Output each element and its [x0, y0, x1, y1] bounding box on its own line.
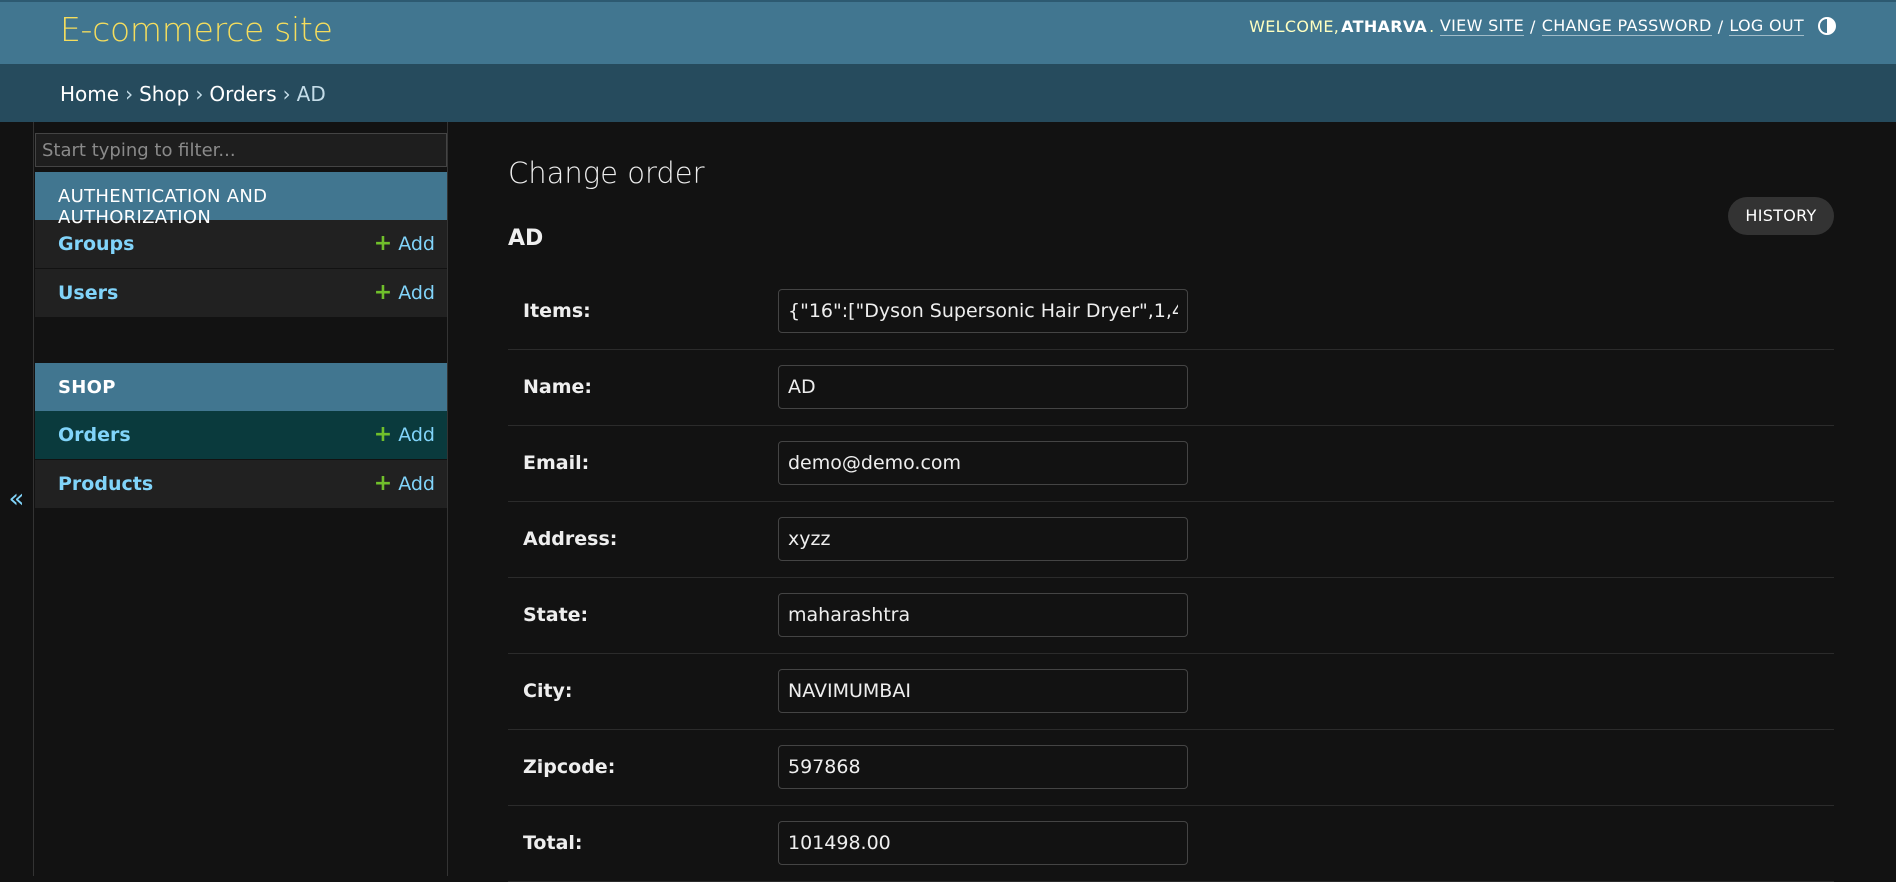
name-field[interactable]: [778, 365, 1188, 409]
breadcrumb: Home › Shop › Orders › AD: [0, 64, 1896, 122]
zipcode-label: Zipcode:: [523, 756, 616, 778]
address-field[interactable]: [778, 517, 1188, 561]
groups-link[interactable]: Groups: [58, 233, 134, 255]
city-field[interactable]: [778, 669, 1188, 713]
form-row-name: Name:: [508, 350, 1834, 426]
plus-icon: +: [373, 422, 393, 447]
form-row-zipcode: Zipcode:: [508, 730, 1834, 806]
email-label: Email:: [523, 452, 590, 474]
breadcrumb-orders[interactable]: Orders: [209, 82, 276, 106]
items-label: Items:: [523, 300, 591, 322]
address-label: Address:: [523, 528, 618, 550]
module-shop: SHOP Orders + Add Products + Add: [35, 363, 447, 509]
view-site-link[interactable]: VIEW SITE: [1439, 16, 1525, 36]
groups-add-button[interactable]: + Add: [373, 231, 435, 256]
collapse-chevron-icon: «: [8, 484, 25, 514]
city-label: City:: [523, 680, 573, 702]
nav-sidebar: AUTHENTICATION AND AUTHORIZATION Groups …: [34, 122, 448, 876]
plus-icon: +: [373, 231, 393, 256]
orders-add-button[interactable]: + Add: [373, 422, 435, 447]
users-link[interactable]: Users: [58, 282, 118, 304]
module-caption-shop[interactable]: SHOP: [35, 363, 447, 411]
toggle-sidebar-button[interactable]: «: [0, 122, 34, 876]
theme-toggle-icon[interactable]: [1818, 17, 1836, 35]
welcome-text: WELCOME,: [1249, 16, 1340, 36]
email-field[interactable]: [778, 441, 1188, 485]
form-row-city: City:: [508, 654, 1834, 730]
total-field[interactable]: [778, 821, 1188, 865]
user-tools: WELCOME, ATHARVA . VIEW SITE / CHANGE PA…: [1249, 16, 1836, 36]
breadcrumb-shop[interactable]: Shop: [139, 82, 189, 106]
state-label: State:: [523, 604, 589, 626]
page-title: Change order: [508, 156, 705, 190]
form-row-items: Items:: [508, 274, 1834, 350]
change-password-link[interactable]: CHANGE PASSWORD: [1541, 16, 1712, 36]
sidebar-item-users: Users + Add: [35, 269, 447, 318]
breadcrumb-current: AD: [296, 82, 326, 106]
module-auth: AUTHENTICATION AND AUTHORIZATION Groups …: [35, 172, 447, 318]
total-label: Total:: [523, 832, 583, 854]
main-content: Change order HISTORY AD Items: Name: Ema…: [448, 122, 1896, 882]
zipcode-field[interactable]: [778, 745, 1188, 789]
users-add-button[interactable]: + Add: [373, 280, 435, 305]
site-header: E-commerce site WELCOME, ATHARVA . VIEW …: [0, 0, 1896, 64]
site-name[interactable]: E-commerce site: [60, 10, 333, 49]
sidebar-item-orders: Orders + Add: [35, 411, 447, 460]
orders-link[interactable]: Orders: [58, 424, 131, 446]
name-label: Name:: [523, 376, 593, 398]
plus-icon: +: [373, 280, 393, 305]
form-row-total: Total:: [508, 806, 1834, 882]
form-row-state: State:: [508, 578, 1834, 654]
products-add-button[interactable]: + Add: [373, 471, 435, 496]
breadcrumb-home[interactable]: Home: [60, 82, 119, 106]
log-out-link[interactable]: LOG OUT: [1729, 16, 1804, 36]
state-field[interactable]: [778, 593, 1188, 637]
username: ATHARVA: [1341, 16, 1428, 36]
form-row-address: Address:: [508, 502, 1834, 578]
object-heading: AD: [508, 226, 544, 251]
module-caption-auth[interactable]: AUTHENTICATION AND AUTHORIZATION: [35, 172, 447, 228]
form-row-email: Email:: [508, 426, 1834, 502]
plus-icon: +: [373, 471, 393, 496]
products-link[interactable]: Products: [58, 473, 153, 495]
sidebar-item-products: Products + Add: [35, 460, 447, 509]
items-field[interactable]: [778, 289, 1188, 333]
nav-filter-input[interactable]: [35, 133, 447, 167]
history-button[interactable]: HISTORY: [1728, 197, 1834, 235]
